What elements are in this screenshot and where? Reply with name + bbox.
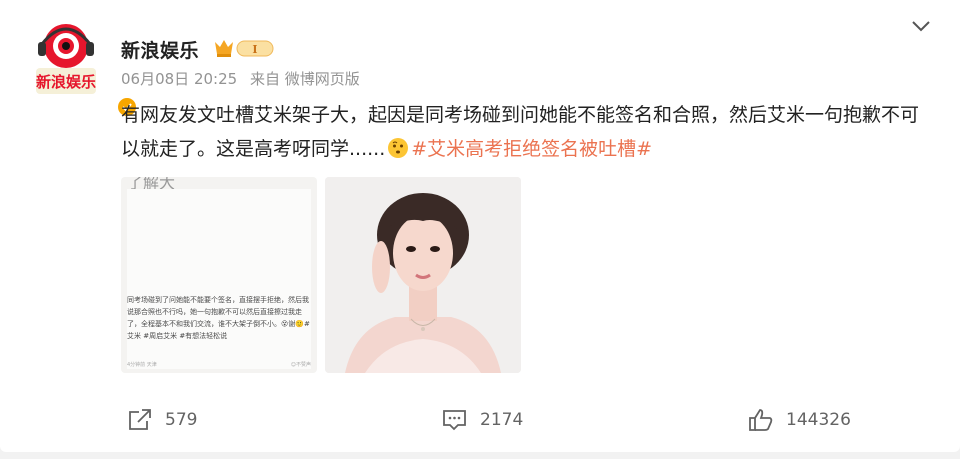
comment-button[interactable]: 2174 — [442, 408, 523, 432]
post-meta: 06月08日 20:25 来自 微博网页版 — [121, 68, 368, 89]
vip-crown-icon: I — [215, 40, 274, 57]
screenshot-footer: 4分钟前 天津 ☺不赞声 — [127, 361, 311, 368]
author-avatar[interactable]: 新浪娱乐 — [30, 18, 138, 118]
repost-button[interactable]: 579 — [127, 408, 197, 432]
vip-level-text: I — [252, 43, 257, 56]
post-source: 来自 微博网页版 — [249, 70, 360, 88]
repost-icon — [129, 409, 151, 430]
avatar-lettering: 新浪娱乐 — [36, 73, 96, 91]
like-count: 144326 — [786, 410, 851, 430]
screenshot-body-text: 同考场碰到了问她能不能要个签名，直接摆手拒绝，然后我说那合照也不行吗，她一句抱歉… — [127, 296, 310, 340]
post-text: 有网友发文吐槽艾米架子大，起因是同考场碰到问她能不能签名和合照，然后艾米一句抱歉… — [121, 98, 921, 166]
hashtag-link[interactable]: #艾米高考拒绝签名被吐槽# — [411, 138, 652, 160]
screenshot-footer-right: ☺不赞声 — [290, 362, 311, 368]
screenshot-footer-left: 4分钟前 天津 — [127, 362, 157, 368]
chevron-down-icon[interactable] — [910, 18, 932, 34]
thinking-emoji-icon — [388, 138, 409, 158]
author-name[interactable]: 新浪娱乐 — [121, 36, 199, 63]
comment-icon — [443, 410, 466, 431]
action-bar: 579 2174 144326 — [0, 408, 960, 438]
like-button[interactable]: 144326 — [748, 408, 851, 432]
post-date[interactable]: 06月08日 20:25 — [121, 70, 237, 88]
repost-count: 579 — [165, 410, 198, 430]
like-icon — [749, 409, 773, 431]
comment-count: 2174 — [480, 410, 524, 430]
weibo-post-card: 新浪娱乐 新浪娱乐 I 06月08日 20:25 来自 微博网页版 有网友发文吐… — [0, 0, 960, 452]
post-image-portrait[interactable] — [325, 177, 521, 373]
portrait-photo — [325, 177, 521, 373]
post-image-screenshot[interactable]: 了解大 同考场碰到了问她能不能要个签名，直接摆手拒绝，然后我说那合照也不行吗，她… — [121, 177, 317, 373]
screenshot-page — [127, 189, 311, 369]
avatar-logo: 新浪娱乐 — [36, 24, 96, 94]
